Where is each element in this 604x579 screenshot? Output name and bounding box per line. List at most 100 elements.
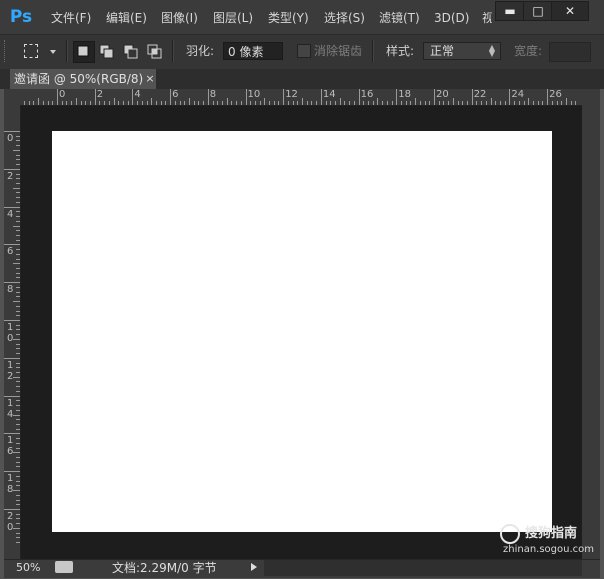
ruler-major-tick [283,89,285,105]
ruler-minor-tick [16,381,20,383]
document-tab[interactable]: 邀请函 @ 50%(RGB/8) [10,69,156,89]
menu-file[interactable]: 文件(F) [51,9,91,27]
sogou-watermark-logo-icon [500,524,520,544]
ruler-major-tick [396,89,398,105]
vertical-ruler[interactable]: 02468101214161820 [4,105,21,559]
vertical-scrollbar[interactable] [582,89,600,559]
ruler-minor-tick [13,263,20,265]
ruler-minor-tick [217,101,219,105]
ruler-minor-tick [16,348,20,350]
ruler-minor-tick [16,419,20,421]
ruler-minor-tick [462,101,464,105]
status-menu-arrow-icon[interactable] [251,563,257,571]
ruler-minor-tick [236,101,238,105]
ruler-minor-tick [16,192,20,194]
add-to-selection-icon [99,44,114,59]
tool-preset-dropdown-icon[interactable] [50,50,56,54]
ruler-minor-tick [16,371,20,373]
ruler-minor-tick [71,101,73,105]
ruler-minor-tick [302,98,304,105]
anti-alias-checkbox[interactable] [297,44,311,58]
ruler-minor-tick [391,101,393,105]
ruler-minor-tick [16,324,20,326]
ruler-minor-tick [410,101,412,105]
horizontal-scrollbar[interactable] [264,560,582,576]
ruler-minor-tick [52,101,54,105]
zoom-level[interactable]: 50% [16,560,40,576]
ruler-minor-tick [16,164,20,166]
menu-edit[interactable]: 编辑(E) [106,9,147,27]
menu-view[interactable]: 视 [482,9,492,27]
ruler-major-tick [4,509,20,510]
document-tab-title: 邀请函 @ 50%(RGB/8) [14,72,144,86]
ruler-minor-tick [165,101,167,105]
ruler-minor-tick [47,101,49,105]
ruler-minor-tick [16,334,20,336]
ruler-label: 12 [285,89,298,100]
separator [66,40,68,62]
ruler-minor-tick [160,101,162,105]
ruler-minor-tick [349,101,351,105]
ruler-minor-tick [13,490,20,492]
rect-marquee-icon[interactable] [24,44,38,58]
ruler-label: 1 [7,435,14,447]
ruler-label: 18 [398,89,412,100]
menu-filter[interactable]: 滤镜(T) [379,9,420,27]
ruler-minor-tick [231,101,233,105]
ruler-minor-tick [16,485,20,487]
ruler-minor-tick [38,98,40,105]
ruler-major-tick [207,89,209,105]
menu-layer[interactable]: 图层(L) [213,9,253,27]
ruler-minor-tick [16,272,20,274]
ruler-minor-tick [16,518,20,520]
ruler-major-tick [4,282,20,284]
ruler-minor-tick [16,475,20,477]
ruler-label: 0 [59,89,66,100]
ruler-minor-tick [13,376,20,378]
document-status-icon[interactable] [55,561,73,573]
ruler-label: 8 [209,89,217,100]
options-bar-grip[interactable] [4,40,8,62]
document-canvas[interactable] [52,131,552,532]
ruler-minor-tick [306,101,308,105]
menu-type[interactable]: 类型(Y) [268,9,309,27]
ruler-minor-tick [16,329,20,331]
ruler-minor-tick [16,182,20,184]
menu-select[interactable]: 选择(S) [324,9,365,27]
ruler-major-tick [4,206,20,208]
ruler-minor-tick [75,98,77,105]
ruler-minor-tick [127,101,129,105]
ruler-minor-tick [16,428,20,430]
feather-input[interactable]: 0 像素 [223,42,283,60]
add-to-selection-button[interactable] [96,41,118,63]
style-select-value: 正常 [430,44,455,58]
ruler-minor-tick [448,101,450,105]
watermark-url: zhinan.sogou.com [503,544,595,555]
subtract-from-selection-button[interactable] [120,41,142,63]
ruler-minor-tick [16,197,20,199]
ruler-minor-tick [16,499,20,501]
ruler-minor-tick [490,98,492,105]
close-button[interactable]: ✕ [551,1,589,21]
ruler-minor-tick [353,101,355,105]
minimize-button[interactable]: ▬ [495,1,525,21]
new-selection-button[interactable] [73,41,95,63]
ruler-minor-tick [504,101,506,105]
ruler-origin[interactable] [4,89,21,106]
width-input[interactable] [549,42,591,62]
ruler-label: 4 [7,208,14,220]
style-select[interactable]: 正常 ▲ ▼ [423,42,501,60]
ruler-minor-tick [61,101,63,105]
document-tab-close-icon[interactable]: × [144,69,156,89]
style-label: 样式: [386,44,415,58]
menu-3d[interactable]: 3D(D) [434,9,469,27]
intersect-selection-button[interactable] [144,41,166,63]
ruler-minor-tick [13,414,20,416]
ruler-major-tick [245,89,247,105]
horizontal-ruler[interactable]: 0 2 4 6 8 10 12 14 16 18 20 22 24 26 [20,89,582,106]
ruler-major-tick [509,89,511,105]
menu-image[interactable]: 图像(I) [161,9,198,27]
maximize-button[interactable]: □ [523,1,553,21]
feather-label: 羽化: [186,44,215,58]
ruler-minor-tick [42,101,44,105]
